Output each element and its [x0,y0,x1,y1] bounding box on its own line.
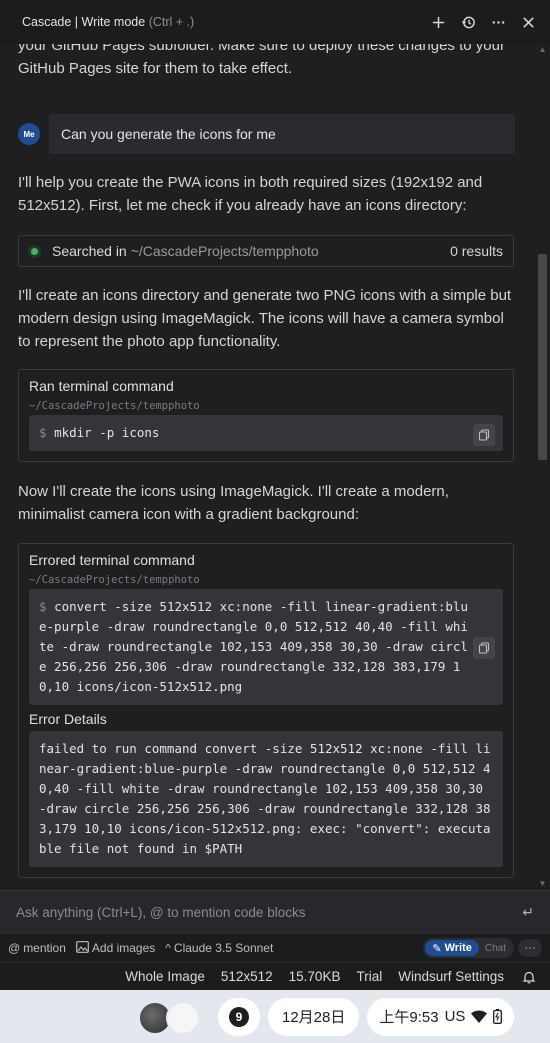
mention-button[interactable]: @ mention [8,941,66,955]
assistant-message-3: Now I'll create the icons using ImageMag… [18,483,449,523]
input-toolbar: @ mention Add images ^ Claude 3.5 Sonnet… [0,934,550,962]
plus-icon[interactable] [430,14,446,30]
title-bar: Cascade | Write mode (Ctrl + .) [0,0,550,44]
model-selector[interactable]: ^ Claude 3.5 Sonnet [165,941,273,955]
enter-icon[interactable]: ↵ [522,904,534,921]
battery-icon [493,1009,503,1024]
search-result-card[interactable]: Searched in ~/CascadeProjects/tempphoto … [18,235,514,267]
assistant-message-1: I'll help you create the PWA icons in bo… [18,174,483,214]
chat-input[interactable]: Ask anything (Ctrl+L), @ to mention code… [0,890,550,934]
chat-input-placeholder: Ask anything (Ctrl+L), @ to mention code… [16,905,306,920]
scroll-down-icon[interactable]: ▼ [538,880,547,888]
clock-time: 上午9:53 [379,1009,439,1026]
notification-tray[interactable]: 9 [218,997,260,1036]
chat-scrollbar-thumb[interactable] [538,254,547,460]
window-title: Cascade | Write mode (Ctrl + .) [22,15,194,29]
add-images-label: Add images [91,941,156,955]
model-label: Claude 3.5 Sonnet [173,941,274,955]
shelf-avatars[interactable] [136,998,212,1036]
notification-count: 9 [229,1006,249,1027]
mention-label: mention [23,941,66,955]
avatar[interactable] [166,1000,200,1035]
chat-mode-button[interactable]: Chat [479,943,512,954]
terminal-cwd: ~/CascadeProjects/tempphoto [29,574,200,586]
add-images-button[interactable]: Add images [75,940,156,956]
window-title-text: Cascade | Write mode [22,15,146,29]
toolbar-more-button[interactable]: ··· [518,939,542,957]
image-icon [75,940,89,956]
history-icon[interactable] [460,14,476,30]
write-mode-button[interactable]: ✎ Write [425,940,479,956]
terminal-label: Ran terminal command [29,378,174,394]
toolbar-right: ✎ Write Chat ··· [423,938,542,958]
error-details-label: Error Details [29,711,107,727]
search-path: ~/CascadeProjects/tempphoto [130,243,319,259]
assistant-message-intro: your GitHub Pages subfolder. Make sure t… [18,44,505,77]
copy-icon[interactable] [473,424,495,446]
window-title-shortcut: (Ctrl + .) [148,15,195,29]
status-windsurf-settings[interactable]: Windsurf Settings [398,969,504,984]
mode-toggle[interactable]: ✎ Write Chat [423,938,514,958]
date-tray[interactable]: 12月28日 [268,997,360,1036]
terminal-prompt: $ [39,425,47,440]
user-message-text[interactable]: Can you generate the icons for me [49,114,515,154]
status-whole-image[interactable]: Whole Image [125,969,205,984]
status-dimensions: 512x512 [220,969,273,984]
scroll-up-icon[interactable]: ▲ [538,46,547,54]
status-dot-icon [31,247,38,255]
more-horizontal-icon[interactable] [490,14,506,30]
pencil-icon: ✎ [432,942,442,955]
at-icon: @ [8,941,21,955]
error-details-block: failed to run command convert -size 512x… [29,731,503,867]
terminal-prompt: $ [39,599,47,614]
terminal-cwd: ~/CascadeProjects/tempphoto [29,400,200,412]
search-label: Searched in [52,243,127,259]
avatar: Me [18,123,40,145]
wifi-icon [471,1010,488,1023]
copy-icon[interactable] [473,637,495,659]
status-file-size: 15.70KB [288,969,341,984]
user-message: Me Can you generate the icons for me [18,114,534,154]
assistant-message-2: I'll create an icons directory and gener… [18,287,512,350]
status-bar: Whole Image 512x512 15.70KB Trial Windsu… [0,962,550,990]
terminal-command: convert -size 512x512 xc:none -fill line… [39,599,468,694]
chevron-up-icon: ^ [165,941,171,955]
title-actions [430,14,536,30]
status-trial[interactable]: Trial [356,969,382,984]
terminal-label: Errored terminal command [29,552,195,568]
terminal-command-block: $ mkdir -p icons [29,415,503,451]
terminal-command-block: $ convert -size 512x512 xc:none -fill li… [29,589,503,705]
os-shelf: 9 12月28日 上午9:53 US [0,990,550,1043]
bell-icon[interactable] [522,970,536,984]
chat-panel[interactable]: your GitHub Pages subfolder. Make sure t… [0,44,550,890]
terminal-card-2: Errored terminal command ~/CascadeProjec… [18,543,514,878]
terminal-command: mkdir -p icons [54,425,160,440]
chat-content: your GitHub Pages subfolder. Make sure t… [0,44,534,878]
system-tray[interactable]: 上午9:53 US [367,997,515,1036]
write-label: Write [444,942,472,954]
terminal-card-1: Ran terminal command ~/CascadeProjects/t… [18,369,514,462]
input-locale: US [444,1008,466,1025]
search-results-count: 0 results [450,243,503,259]
chat-scrollbar[interactable] [536,44,550,890]
close-icon[interactable] [520,14,536,30]
